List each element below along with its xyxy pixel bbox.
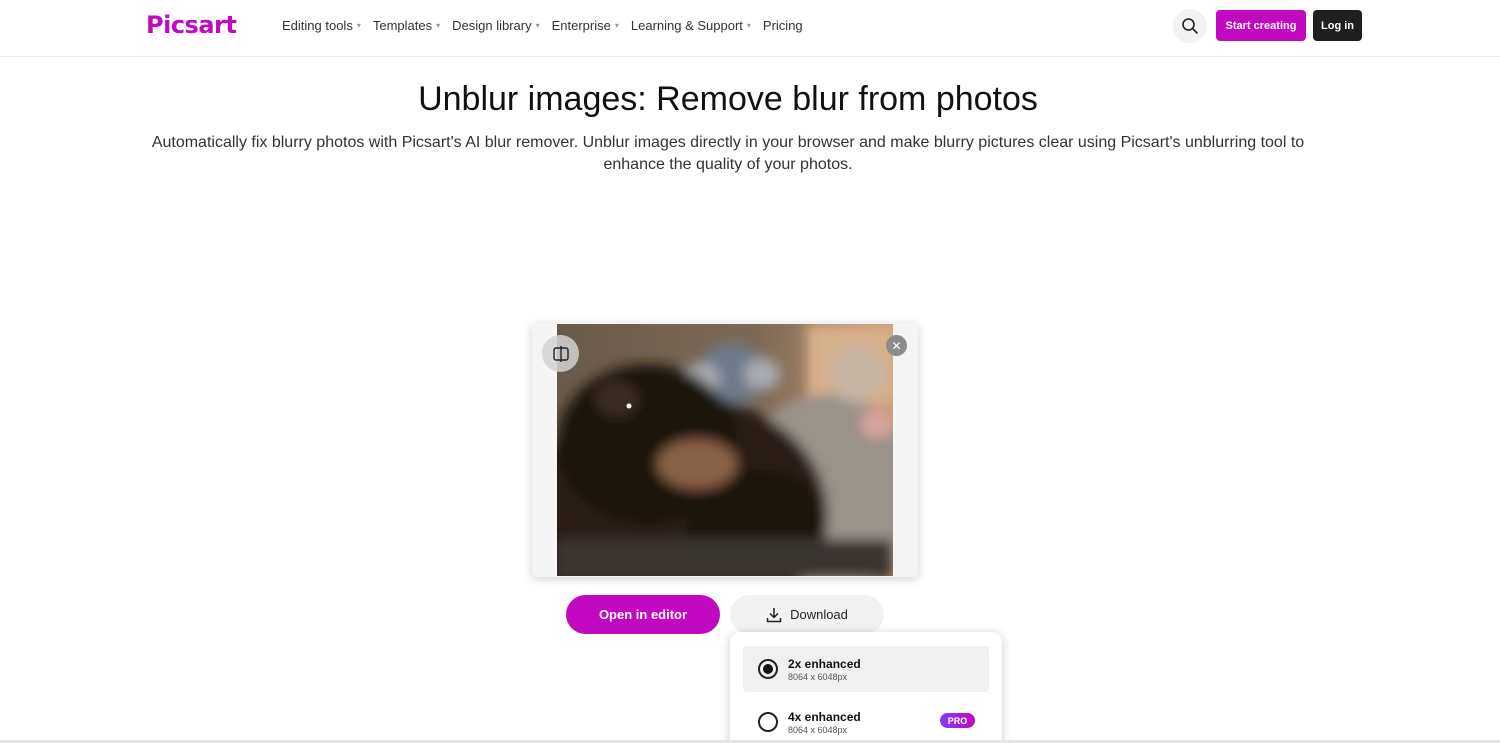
- start-creating-button[interactable]: Start creating: [1216, 10, 1306, 41]
- page-subtitle: Automatically fix blurry photos with Pic…: [151, 134, 1305, 173]
- option-size: 8064 x 6048px: [788, 671, 848, 682]
- chevron-down-icon: ▾: [535, 21, 540, 30]
- option-size: 8064 x 6048px: [788, 724, 848, 735]
- nav-editing-tools[interactable]: Editing tools ▾: [282, 18, 361, 33]
- option-4x-enhanced[interactable]: 4x enhanced 8064 x 6048px PRO: [743, 699, 989, 743]
- compare-icon: [552, 345, 569, 362]
- radio-selected[interactable]: [758, 659, 778, 679]
- search-button[interactable]: [1173, 9, 1207, 43]
- nav-templates[interactable]: Templates ▾: [373, 18, 440, 33]
- download-label: Download: [790, 607, 848, 622]
- download-button[interactable]: Download: [730, 595, 884, 634]
- nav-label: Learning & Support: [630, 18, 743, 33]
- chevron-down-icon: ▾: [356, 21, 361, 30]
- search-icon: [1182, 18, 1198, 34]
- download-icon: [766, 607, 782, 622]
- compare-toggle-button[interactable]: [542, 335, 579, 372]
- preview-image: [557, 324, 893, 576]
- image-preview-card: ✕: [532, 323, 918, 577]
- chevron-down-icon: ▾: [436, 21, 441, 30]
- nav-enterprise[interactable]: Enterprise ▾: [552, 18, 619, 33]
- option-name: 2x enhanced: [788, 656, 861, 671]
- chevron-down-icon: ▾: [614, 21, 619, 30]
- chevron-down-icon: ▾: [746, 21, 751, 30]
- nav-label: Pricing: [762, 18, 803, 33]
- nav-learning-support[interactable]: Learning & Support ▾: [631, 18, 751, 33]
- picsart-logo[interactable]: Picsart: [146, 11, 237, 39]
- option-name: 4x enhanced: [788, 709, 861, 724]
- nav-label: Templates: [372, 18, 433, 33]
- site-header: Picsart Editing tools ▾ Templates ▾ Design…: [0, 0, 1500, 57]
- main-nav: Editing tools ▾ Templates ▾ Design library…: [282, 18, 815, 33]
- nav-label: Editing tools: [282, 18, 353, 33]
- nav-label: Design library: [452, 18, 532, 33]
- nav-label: Enterprise: [551, 18, 611, 33]
- open-in-editor-button[interactable]: Open in editor: [566, 595, 720, 634]
- close-icon[interactable]: ✕: [886, 335, 907, 356]
- radio-unselected[interactable]: [758, 712, 778, 732]
- login-button[interactable]: Log in: [1313, 10, 1362, 41]
- nav-design-library[interactable]: Design library ▾: [452, 18, 540, 33]
- option-2x-enhanced[interactable]: 2x enhanced 8064 x 6048px: [743, 646, 989, 692]
- page-title: Unblur images: Remove blur from photos: [418, 80, 1038, 118]
- nav-pricing[interactable]: Pricing: [763, 18, 803, 33]
- download-options-menu: 2x enhanced 8064 x 6048px 4x enhanced 80…: [730, 632, 1002, 743]
- pro-badge: PRO: [940, 713, 975, 728]
